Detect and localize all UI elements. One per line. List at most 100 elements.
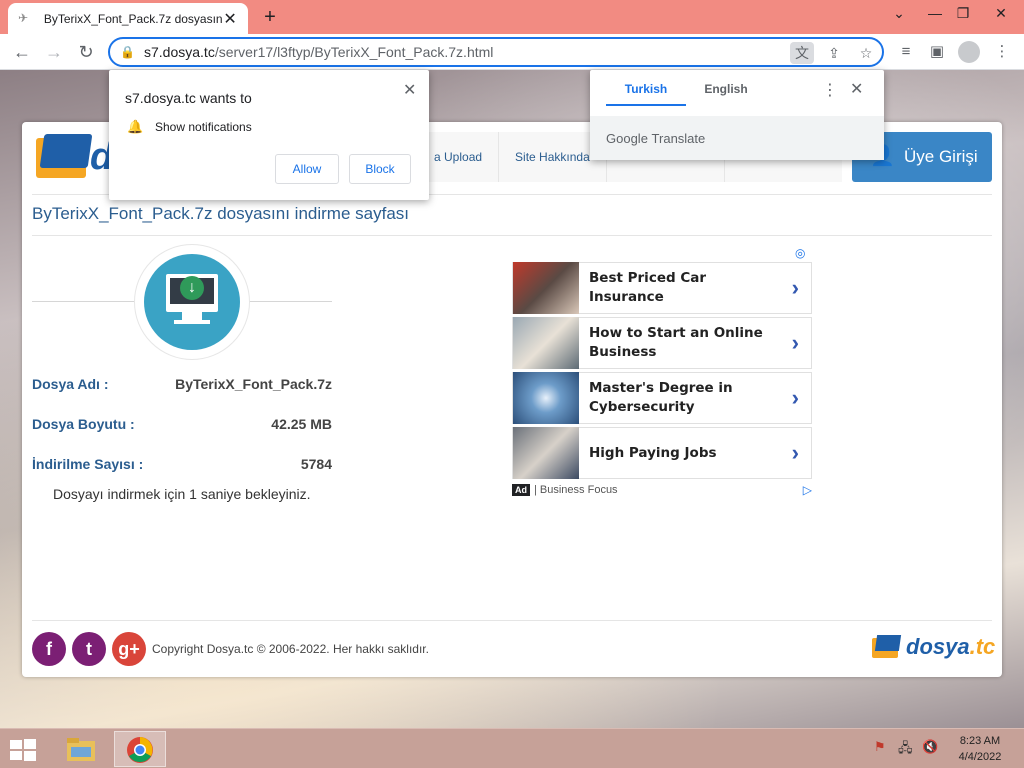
translate-popup: Turkish English ⋮ ✕ Google Translate [590, 70, 884, 160]
url-host: s7.dosya.tc [144, 44, 215, 60]
close-icon[interactable]: ✕ [850, 79, 863, 99]
notification-heading: s7.dosya.tc wants to [125, 90, 252, 106]
wait-message: Dosyayı indirmek için 1 saniye bekleyini… [53, 486, 311, 502]
clock-time: 8:23 AM [959, 735, 1001, 747]
tab-search-icon[interactable]: ⌄ [882, 0, 916, 26]
file-size-label: Dosya Boyutu : [32, 416, 135, 432]
login-label: Üye Girişi [904, 147, 978, 166]
ad-item-1[interactable]: Best Priced Car Insurance › [512, 262, 812, 314]
tab-close-icon[interactable]: ✕ [222, 9, 238, 29]
bookmark-star-icon[interactable]: ☆ [854, 42, 878, 64]
file-name-row: Dosya Adı : ByTerixX_Font_Pack.7z [32, 376, 332, 392]
tab-english[interactable]: English [686, 70, 766, 106]
share-icon[interactable]: ⇪ [822, 42, 846, 64]
monitor-stand [182, 312, 202, 320]
menu-kebab-icon[interactable]: ⋮ [990, 40, 1014, 64]
reload-button[interactable]: ↻ [74, 40, 98, 64]
side-panel-icon[interactable]: ▣ [925, 40, 949, 64]
adchoices-icon[interactable]: ◎ [795, 246, 805, 260]
ad-thumb-1 [513, 262, 579, 314]
windows-start-icon[interactable] [8, 737, 38, 763]
download-count-row: İndirilme Sayısı : 5784 [32, 456, 332, 472]
tab-turkish[interactable]: Turkish [606, 70, 686, 106]
back-button[interactable]: ← [10, 40, 34, 64]
file-explorer-icon[interactable] [55, 731, 107, 767]
ad-text-3: Master's Degree in Cybersecurity [589, 380, 733, 415]
ad-thumb-2 [513, 317, 579, 369]
translate-tabs: Turkish English [606, 70, 766, 106]
notification-permission-label: Show notifications [155, 120, 252, 134]
translate-brand: Translate [651, 130, 706, 146]
restore-button[interactable]: ❐ [946, 0, 980, 26]
file-size-row: Dosya Boyutu : 42.25 MB [32, 416, 332, 432]
ad-thumb-3 [513, 372, 579, 424]
download-arrow-icon: ↓ [180, 276, 204, 300]
forward-button[interactable]: → [42, 40, 66, 64]
twitter-icon[interactable]: t [72, 632, 106, 666]
site-favicon-icon: ✈ [18, 10, 29, 25]
ad-play-icon[interactable]: ▷ [803, 483, 812, 497]
browser-toolbar: ← → ↻ 🔒 s7.dosya.tc/server17/l3ftyp/ByTe… [0, 34, 1024, 70]
block-button[interactable]: Block [349, 154, 411, 184]
nav-upload[interactable]: a Upload [417, 132, 499, 182]
chevron-right-icon: › [791, 330, 799, 355]
google-translate-branding: Google Translate [590, 116, 884, 160]
google-brand: Google [606, 130, 648, 146]
translate-icon[interactable]: 文 [790, 42, 814, 64]
title-divider [32, 235, 992, 236]
system-clock[interactable]: 8:23 AM 4/4/2022 [950, 733, 1010, 765]
web-page: d a Upload Site Hakkında 👤 Üye Girişi By… [22, 122, 1002, 677]
reading-list-icon[interactable]: ≡ [894, 40, 918, 64]
ad-text-1: Best Priced Car Insurance [589, 270, 707, 305]
notification-permission-popup: s7.dosya.tc wants to ✕ 🔔 Show notificati… [109, 70, 429, 200]
file-name-label: Dosya Adı : [32, 376, 109, 392]
profile-avatar[interactable] [958, 41, 980, 63]
google-plus-icon[interactable]: g+ [112, 632, 146, 666]
url-text[interactable]: s7.dosya.tc/server17/l3ftyp/ByTerixX_Fon… [144, 44, 493, 60]
new-tab-button[interactable]: + [258, 5, 282, 29]
footer-logo[interactable]: dosya.tc [872, 632, 995, 662]
tab-title: ByTerixX_Font_Pack.7z dosyasını indirme … [43, 11, 223, 26]
tab-strip: ✈ ByTerixX_Font_Pack.7z dosyasını indirm… [0, 0, 1024, 34]
volume-muted-icon[interactable]: 🔇 [922, 739, 938, 755]
file-size-value: 42.25 MB [271, 416, 332, 432]
ad-source[interactable]: | Business Focus [534, 484, 618, 496]
chevron-right-icon: › [791, 385, 799, 410]
ad-text-2: How to Start an Online Business [589, 325, 763, 360]
ad-tag: Ad [512, 484, 530, 496]
network-icon[interactable]: 🖧 [898, 739, 913, 761]
action-center-flag-icon[interactable]: ⚑ [874, 739, 886, 755]
allow-button[interactable]: Allow [275, 154, 339, 184]
ad-item-2[interactable]: How to Start an Online Business › [512, 317, 812, 369]
address-bar[interactable]: 🔒 s7.dosya.tc/server17/l3ftyp/ByTerixX_F… [108, 37, 884, 67]
close-icon[interactable]: ✕ [403, 80, 416, 100]
footer-logo-text: dosya.tc [906, 634, 995, 660]
close-window-button[interactable]: ✕ [984, 0, 1018, 26]
browser-tab[interactable]: ✈ ByTerixX_Font_Pack.7z dosyasını indirm… [8, 3, 248, 34]
download-count-value: 5784 [300, 456, 332, 472]
download-count-label: İndirilme Sayısı : [32, 456, 144, 472]
footer-logo-folder-front [874, 635, 902, 651]
more-options-icon[interactable]: ⋮ [822, 80, 838, 100]
bell-icon: 🔔 [127, 119, 144, 134]
chevron-right-icon: › [791, 275, 799, 300]
facebook-icon[interactable]: f [32, 632, 66, 666]
page-title: ByTerixX_Font_Pack.7z dosyasını indirme … [32, 204, 409, 223]
site-logo[interactable]: d [32, 130, 113, 185]
url-path: /server17/l3ftyp/ByTerixX_Font_Pack.7z.h… [214, 44, 494, 60]
ad-item-4[interactable]: High Paying Jobs › [512, 427, 812, 479]
ad-thumb-4 [513, 427, 579, 479]
clock-date: 4/4/2022 [958, 751, 1002, 763]
file-name-value: ByTerixX_Font_Pack.7z [175, 376, 332, 392]
footer-logo-tld: .tc [969, 634, 996, 659]
logo-folder-front [39, 134, 93, 168]
ad-item-3[interactable]: Master's Degree in Cybersecurity › [512, 372, 812, 424]
ad-text-4: High Paying Jobs [589, 444, 717, 461]
ad-footer: Ad | Business Focus ▷ [512, 482, 812, 498]
lock-icon[interactable]: 🔒 [120, 45, 135, 59]
taskbar: ⚑ 🖧 🔇 8:23 AM 4/4/2022 [0, 728, 1024, 768]
copyright-text: Copyright Dosya.tc © 2006-2022. Her hakk… [152, 642, 429, 656]
monitor-base [174, 320, 210, 324]
footer-divider [32, 620, 992, 621]
chrome-taskbar-icon[interactable] [114, 731, 166, 767]
